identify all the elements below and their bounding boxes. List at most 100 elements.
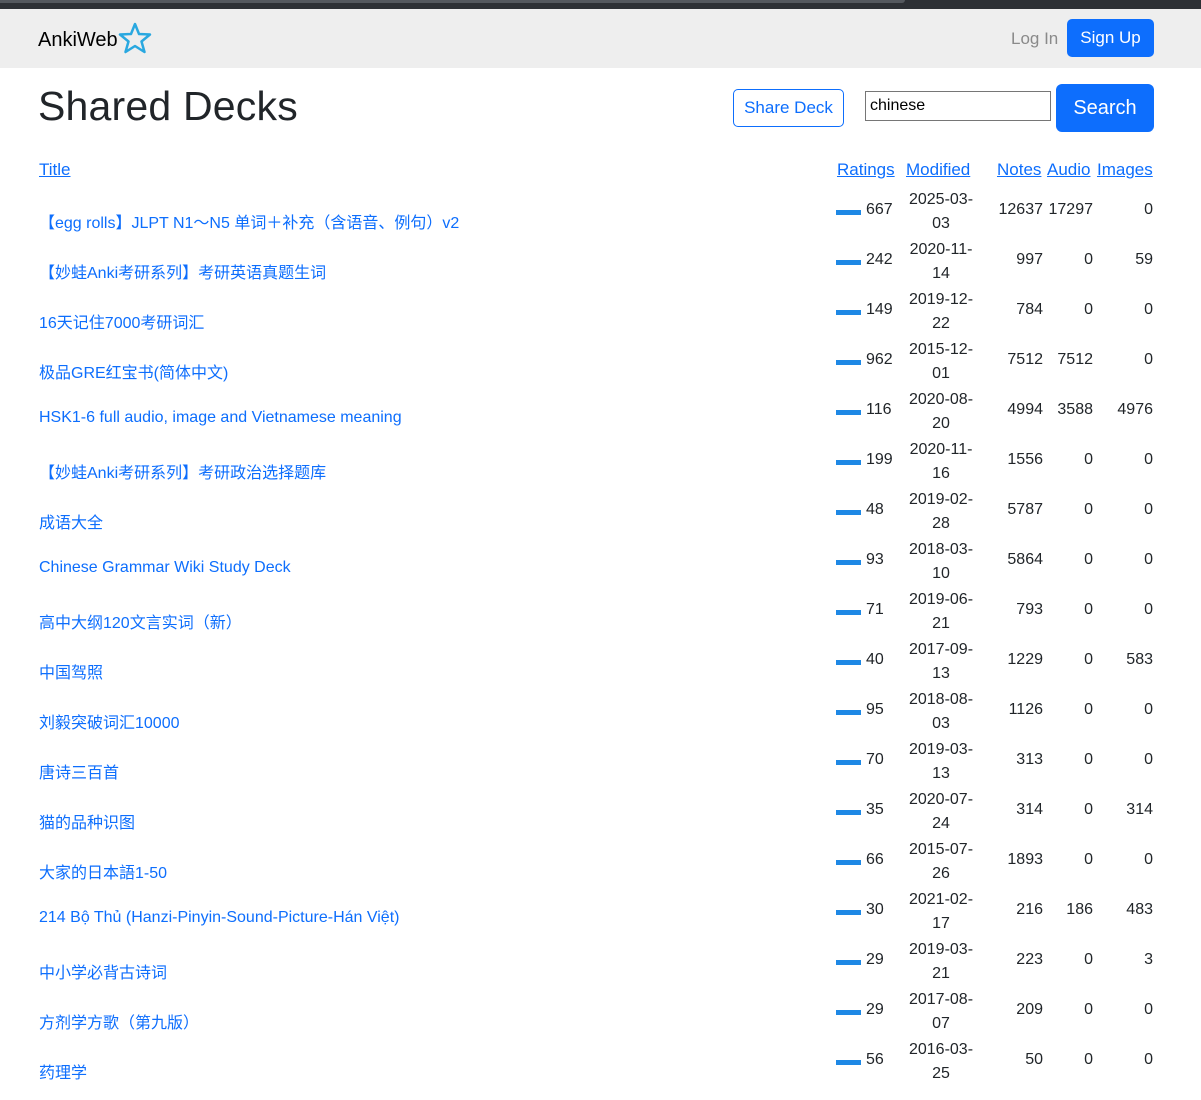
modified-date: 2017-09- 13: [900, 638, 982, 686]
images-count: 3: [1144, 951, 1153, 968]
audio-count: 0: [1084, 1001, 1093, 1018]
images-count: 0: [1144, 1001, 1153, 1018]
deck-title-link[interactable]: 成语大全: [39, 509, 103, 533]
rating-bar: [836, 1060, 861, 1065]
deck-title-link[interactable]: 16天记住7000考研词汇: [39, 309, 204, 333]
rating-bar: [836, 760, 861, 765]
rating-count: 149: [866, 301, 893, 318]
notes-count: 216: [1016, 901, 1043, 918]
modified-date: 2016-03- 25: [900, 1038, 982, 1086]
table-row: 中小学必背古诗词 29 2019-03- 21 223 0 3: [0, 941, 1201, 1000]
deck-title-link[interactable]: 极品GRE红宝书(简体中文): [39, 359, 228, 383]
modified-date: 2025-03- 03: [900, 188, 982, 236]
deck-title-link[interactable]: 刘毅突破词汇10000: [39, 709, 180, 733]
modified-date: 2019-06- 21: [900, 588, 982, 636]
rating-bar: [836, 360, 861, 365]
modified-date-line1: 2018-03-: [908, 541, 974, 558]
audio-count: 17297: [1048, 201, 1094, 218]
table-row: 刘毅突破词汇10000 95 2018-08- 03 1126 0 0: [0, 691, 1201, 750]
deck-title-link[interactable]: 【妙蛙Anki考研系列】考研政治选择题库: [39, 459, 326, 483]
deck-title-link[interactable]: 大家的日本語1-50: [39, 859, 167, 883]
modified-date-line2: 16: [932, 465, 950, 482]
modified-date-line2: 20: [932, 415, 950, 432]
rating-count: 29: [866, 1001, 884, 1018]
table-row: 214 Bộ Thủ (Hanzi-Pinyin-Sound-Picture-H…: [0, 891, 1201, 950]
modified-date: 2018-03- 10: [900, 538, 982, 586]
modified-date-line2: 03: [932, 715, 950, 732]
modified-date-line1: 2019-06-: [908, 591, 974, 608]
rating-bar: [836, 410, 861, 415]
table-row: Chinese Grammar Wiki Study Deck 93 2018-…: [0, 541, 1201, 600]
table-row: 高中大纲120文言实词（新） 71 2019-06- 21 793 0 0: [0, 591, 1201, 650]
notes-count: 223: [1016, 951, 1043, 968]
table-row: 成语大全 48 2019-02- 28 5787 0 0: [0, 491, 1201, 550]
rating-bar: [836, 910, 861, 915]
images-count: 0: [1144, 601, 1153, 618]
modified-date: 2019-02- 28: [900, 488, 982, 536]
rating-count: 30: [866, 901, 884, 918]
modified-date-line2: 14: [932, 265, 950, 282]
table-row: 药理学 56 2016-03- 25 50 0 0: [0, 1041, 1201, 1100]
images-count: 0: [1144, 851, 1153, 868]
rating-count: 116: [866, 401, 892, 418]
modified-date: 2017-08- 07: [900, 988, 982, 1036]
modified-date: 2020-11- 16: [900, 438, 982, 486]
rating-bar: [836, 460, 861, 465]
audio-count: 0: [1084, 701, 1093, 718]
notes-count: 5787: [1007, 501, 1043, 518]
rating-bar: [836, 510, 861, 515]
modified-date-line1: 2019-03-: [908, 941, 974, 958]
deck-title-link[interactable]: 中国驾照: [39, 659, 103, 683]
audio-count: 0: [1084, 251, 1093, 268]
modified-date-line1: 2020-11-: [909, 241, 973, 258]
images-count: 4976: [1117, 401, 1153, 418]
notes-count: 5864: [1007, 551, 1043, 568]
images-count: 0: [1144, 201, 1153, 218]
rating-count: 199: [866, 451, 893, 468]
deck-title-link[interactable]: 【egg rolls】JLPT N1～N5 单词＋补充（含语音、例句）v2: [39, 209, 459, 233]
table-row: 【egg rolls】JLPT N1～N5 单词＋补充（含语音、例句）v2 66…: [0, 191, 1201, 250]
rating-count: 29: [866, 951, 884, 968]
modified-date-line1: 2016-03-: [908, 1041, 974, 1058]
deck-title-link[interactable]: 唐诗三百首: [39, 759, 119, 783]
deck-title-link[interactable]: 药理学: [39, 1059, 87, 1083]
images-count: 0: [1144, 701, 1153, 718]
table-row: 极品GRE红宝书(简体中文) 962 2015-12- 01 7512 7512 …: [0, 341, 1201, 400]
modified-date-line1: 2015-12-: [908, 341, 974, 358]
audio-count: 0: [1084, 551, 1093, 568]
deck-title-link[interactable]: 高中大纲120文言实词（新）: [39, 609, 242, 633]
deck-title-link[interactable]: 【妙蛙Anki考研系列】考研英语真题生词: [39, 259, 326, 283]
modified-date-line2: 21: [932, 615, 950, 632]
deck-title-link[interactable]: HSK1-6 full audio, image and Vietnamese …: [39, 409, 402, 427]
modified-date-line1: 2020-08-: [908, 391, 974, 408]
modified-date: 2019-03- 13: [900, 738, 982, 786]
modified-date-line2: 25: [932, 1065, 950, 1082]
audio-count: 0: [1084, 751, 1093, 768]
modified-date-line1: 2018-08-: [908, 691, 974, 708]
audio-count: 0: [1084, 801, 1093, 818]
rating-count: 56: [866, 1051, 884, 1068]
deck-title-link[interactable]: 214 Bộ Thủ (Hanzi-Pinyin-Sound-Picture-H…: [39, 909, 399, 927]
modified-date-line1: 2015-07-: [908, 841, 974, 858]
notes-count: 784: [1016, 301, 1043, 318]
rating-bar: [836, 260, 861, 265]
deck-title-link[interactable]: 猫的品种识图: [39, 809, 135, 833]
modified-date: 2020-11- 14: [900, 238, 982, 286]
audio-count: 0: [1084, 851, 1093, 868]
deck-title-link[interactable]: Chinese Grammar Wiki Study Deck: [39, 559, 291, 577]
modified-date-line1: 2019-02-: [908, 491, 974, 508]
notes-count: 313: [1016, 751, 1043, 768]
images-count: 0: [1144, 501, 1153, 518]
deck-title-link[interactable]: 方剂学方歌（第九版）: [39, 1009, 199, 1033]
rating-count: 667: [866, 201, 893, 218]
deck-title-link[interactable]: 中小学必背古诗词: [39, 959, 167, 983]
table-row: HSK1-6 full audio, image and Vietnamese …: [0, 391, 1201, 450]
images-count: 314: [1126, 801, 1153, 818]
modified-date-line1: 2017-08-: [908, 991, 974, 1008]
images-count: 0: [1144, 751, 1153, 768]
rating-bar: [836, 710, 861, 715]
rating-bar: [836, 660, 861, 665]
notes-count: 793: [1016, 601, 1043, 618]
notes-count: 997: [1016, 251, 1043, 268]
rating-count: 66: [866, 851, 884, 868]
